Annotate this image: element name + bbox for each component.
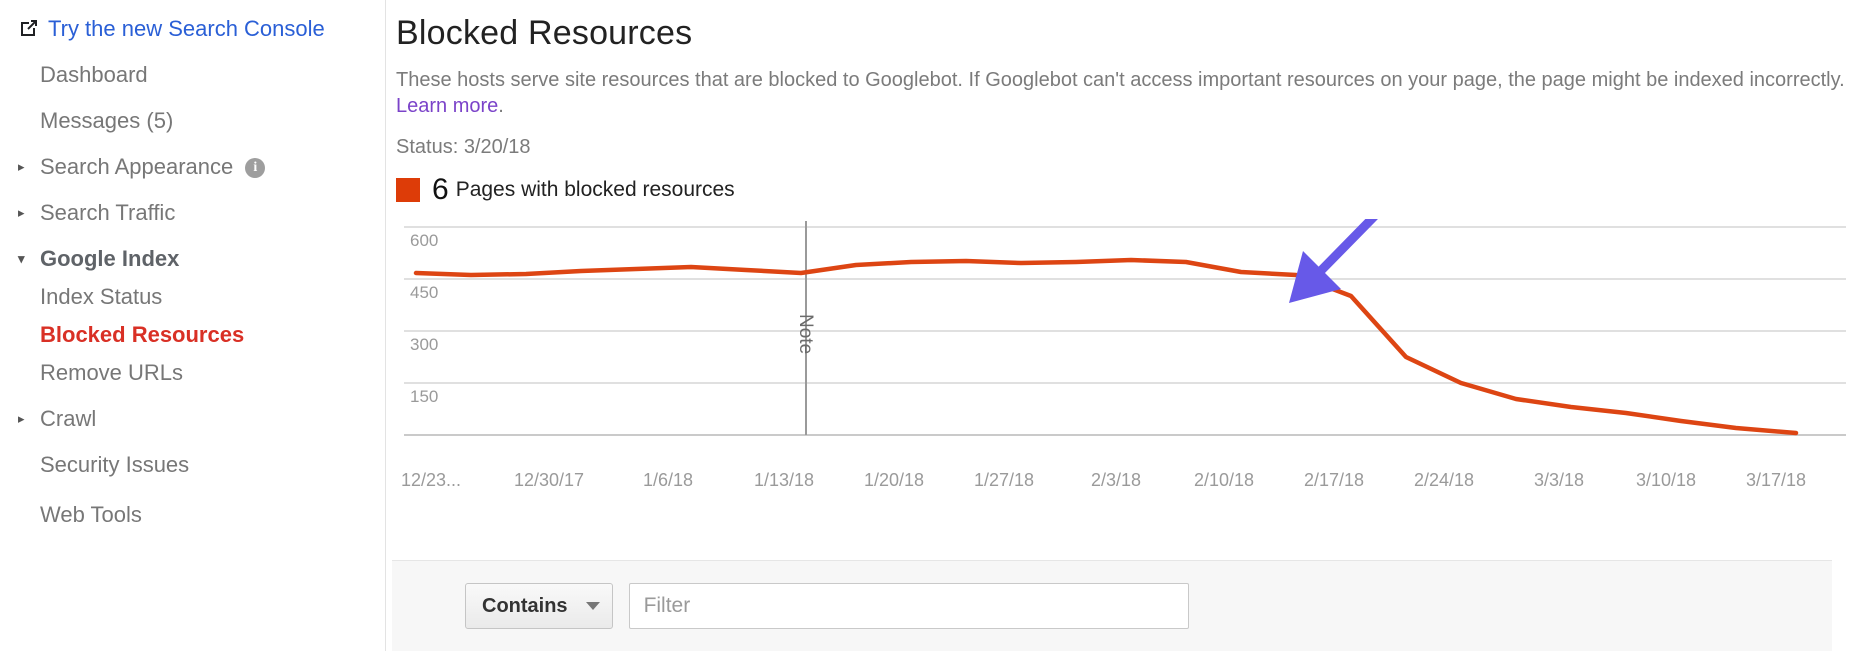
sidebar-item-label: Crawl	[40, 406, 96, 432]
page-title: Blocked Resources	[396, 14, 1850, 53]
legend-color-swatch	[396, 178, 420, 202]
note-marker-label: Note	[795, 314, 816, 354]
sidebar-item-label: Search Traffic	[40, 200, 175, 226]
legend-label: Pages with blocked resources	[456, 178, 735, 202]
sidebar-item-google-index[interactable]: ▾ Google Index	[0, 240, 385, 278]
sidebar-item-blocked-resources[interactable]: Blocked Resources	[0, 316, 385, 354]
legend-count: 6	[432, 175, 449, 205]
info-icon[interactable]: i	[245, 158, 265, 178]
chevron-down-icon	[586, 602, 600, 610]
x-tick-4: 1/20/18	[864, 470, 924, 490]
sidebar-item-remove-urls[interactable]: Remove URLs	[0, 354, 385, 392]
x-tick-1: 12/30/17	[514, 470, 584, 490]
filter-input[interactable]	[629, 583, 1189, 629]
chart-svg: 600 450 300 150 Note	[396, 219, 1846, 469]
chart-data-line	[416, 260, 1796, 433]
x-tick-12: 3/17/18	[1746, 470, 1806, 490]
sidebar-item-label: Search Appearance	[40, 154, 233, 180]
chevron-right-icon[interactable]: ▸	[18, 159, 40, 175]
sidebar-item-label: Remove URLs	[40, 360, 183, 386]
y-tick-150: 150	[410, 387, 438, 406]
sidebar-item-label: Blocked Resources	[40, 322, 244, 348]
description-text-part1: These hosts serve site resources that ar…	[396, 69, 1845, 91]
x-tick-7: 2/10/18	[1194, 470, 1254, 490]
learn-more-link[interactable]: Learn more	[396, 95, 498, 117]
sidebar-item-label: Dashboard	[40, 62, 148, 88]
x-tick-6: 2/3/18	[1091, 470, 1141, 490]
x-tick-5: 1/27/18	[974, 470, 1034, 490]
chevron-right-icon[interactable]: ▸	[18, 411, 40, 427]
x-tick-3: 1/13/18	[754, 470, 814, 490]
search-console-page: Try the new Search Console Dashboard Mes…	[0, 0, 1850, 651]
sidebar-item-crawl[interactable]: ▸ Crawl	[0, 400, 385, 438]
x-tick-11: 3/10/18	[1636, 470, 1696, 490]
x-tick-2: 1/6/18	[643, 470, 693, 490]
sidebar-item-search-traffic[interactable]: ▸ Search Traffic	[0, 194, 385, 232]
main-content: Blocked Resources These hosts serve site…	[386, 0, 1850, 651]
sidebar-item-web-tools[interactable]: Web Tools	[0, 496, 385, 534]
page-description: These hosts serve site resources that ar…	[396, 67, 1850, 120]
chevron-down-icon[interactable]: ▾	[18, 251, 40, 267]
filter-operator-select[interactable]: Contains	[465, 583, 613, 629]
filter-bar: Contains	[392, 560, 1832, 651]
sidebar: Try the new Search Console Dashboard Mes…	[0, 0, 386, 651]
sidebar-item-label: Messages (5)	[40, 108, 173, 134]
x-tick-0: 12/23...	[401, 470, 461, 490]
sidebar-item-dashboard[interactable]: Dashboard	[0, 56, 385, 94]
x-tick-10: 3/3/18	[1534, 470, 1584, 490]
status-text: Status: 3/20/18	[396, 136, 1850, 159]
sidebar-item-label: Try the new Search Console	[48, 16, 325, 42]
description-text-part2: .	[498, 95, 504, 117]
sidebar-item-label: Security Issues	[40, 452, 189, 478]
sidebar-item-index-status[interactable]: Index Status	[0, 278, 385, 316]
filter-operator-label: Contains	[482, 595, 568, 618]
sidebar-item-label: Index Status	[40, 284, 162, 310]
sidebar-item-search-appearance[interactable]: ▸ Search Appearance i	[0, 148, 385, 186]
external-link-icon	[18, 17, 40, 45]
x-tick-8: 2/17/18	[1304, 470, 1364, 490]
chart-legend: 6 Pages with blocked resources	[396, 175, 1850, 205]
sidebar-item-messages[interactable]: Messages (5)	[0, 102, 385, 140]
chevron-right-icon[interactable]: ▸	[18, 205, 40, 221]
y-tick-600: 600	[410, 231, 438, 250]
y-tick-450: 450	[410, 283, 438, 302]
sidebar-item-label: Google Index	[40, 246, 179, 272]
sidebar-item-try-new-search-console[interactable]: Try the new Search Console	[0, 8, 385, 50]
blocked-resources-chart[interactable]: 600 450 300 150 Note	[396, 219, 1836, 464]
chart-note-marker[interactable]: Note	[795, 221, 816, 435]
y-tick-300: 300	[410, 335, 438, 354]
chart-y-axis-labels: 600 450 300 150	[410, 231, 438, 406]
sidebar-item-label: Web Tools	[40, 502, 142, 528]
x-tick-9: 2/24/18	[1414, 470, 1474, 490]
sidebar-item-security-issues[interactable]: Security Issues	[0, 446, 385, 484]
